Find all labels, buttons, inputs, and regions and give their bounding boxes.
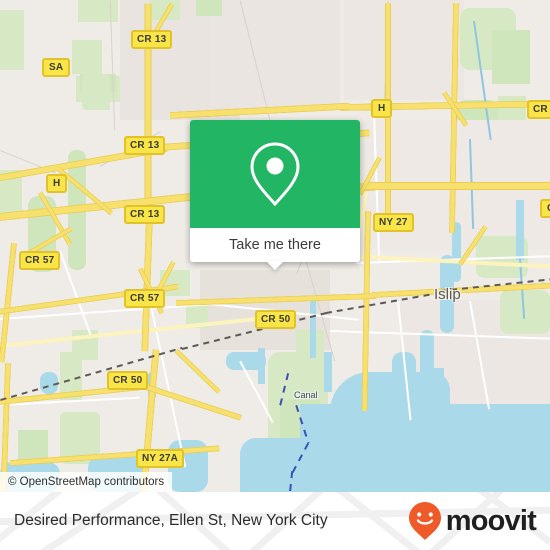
osm-attribution[interactable]: © OpenStreetMap contributors — [0, 472, 173, 492]
map-pin-icon — [250, 142, 300, 207]
road-shield: CR 13 — [131, 30, 173, 49]
road-shield: CR 13 — [124, 136, 166, 155]
road-shield: NY 27 — [373, 213, 414, 232]
road-shield: CR 57 — [124, 289, 166, 308]
road-shield: CR 50 — [255, 310, 297, 329]
moovit-wordmark: moovit — [445, 504, 537, 537]
map-canvas[interactable]: CR 13 SA CR 13 H CR 13 CR 57 CR 57 CR 50 CR 50 NY… — [0, 0, 550, 492]
take-me-there-button[interactable]: Take me there — [190, 228, 360, 262]
moovit-logo[interactable]: moovit — [407, 501, 537, 541]
popup-pointer — [266, 261, 284, 270]
road-shield: CR 50 — [107, 371, 149, 390]
location-title: Desired Performance, Ellen St, New York … — [14, 512, 328, 529]
road-shield: CR 1 — [527, 100, 550, 119]
take-me-there-label: Take me there — [229, 237, 321, 253]
popup-header — [190, 120, 360, 228]
moovit-pin-smiley-icon — [408, 502, 441, 540]
road-shield: C — [540, 199, 550, 218]
footer-bar: Desired Performance, Ellen St, New York … — [0, 492, 550, 550]
water-label: Canal — [294, 390, 318, 400]
road-shield: H — [371, 99, 393, 118]
road-shield: CR 13 — [124, 205, 166, 224]
osm-attribution-label: © OpenStreetMap contributors — [8, 476, 165, 488]
location-popup-card[interactable]: Take me there — [190, 120, 360, 270]
road-shield: H — [46, 174, 68, 193]
road-shield: CR 57 — [19, 251, 61, 270]
road-shield: NY 27A — [136, 449, 185, 468]
road-shield: SA — [42, 58, 71, 77]
map-screenshot: CR 13 SA CR 13 H CR 13 CR 57 CR 57 CR 50 CR 50 NY… — [0, 0, 550, 550]
place-label: Islip — [434, 286, 461, 303]
